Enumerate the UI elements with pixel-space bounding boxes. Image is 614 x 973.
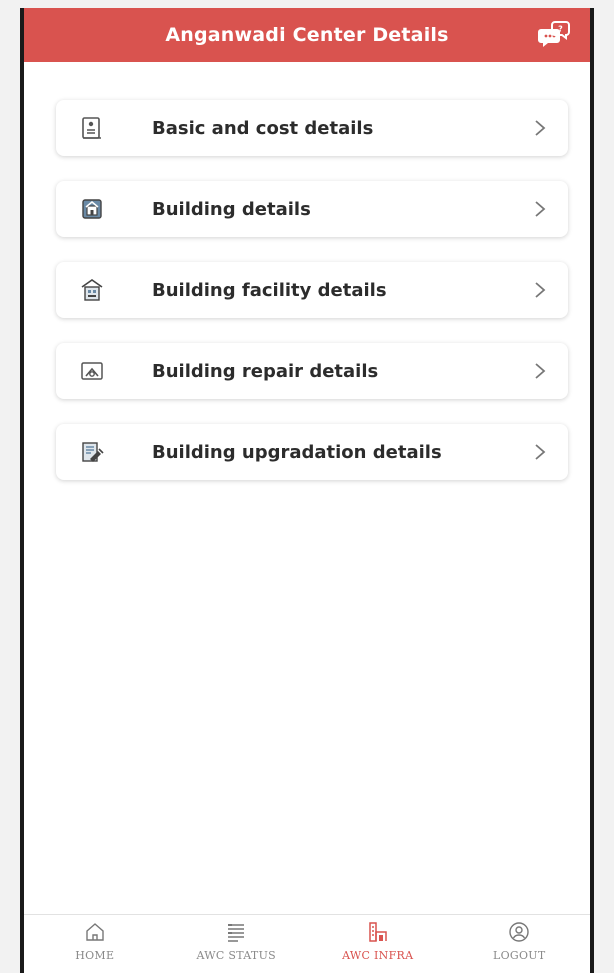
nav-awc-status[interactable]: AWC STATUS bbox=[166, 915, 308, 973]
building-icon bbox=[82, 199, 102, 219]
nav-logout-label: LOGOUT bbox=[492, 949, 546, 962]
menu-item-basic-cost[interactable]: Basic and cost details bbox=[56, 100, 568, 156]
menu-item-label: Building upgradation details bbox=[152, 441, 442, 463]
menu-item-label: Building repair details bbox=[152, 360, 379, 382]
chevron-right-icon bbox=[535, 201, 546, 217]
nav-awc-infra[interactable]: AWC INFRA bbox=[307, 915, 449, 973]
chat-bubbles-icon[interactable]: ? bbox=[538, 20, 572, 50]
upgrade-icon bbox=[82, 442, 104, 462]
bottom-navigation: HOME AWC STATUS AWC INFRA LOGOUT bbox=[24, 914, 590, 973]
nav-awc-infra-label: AWC INFRA bbox=[342, 949, 414, 962]
menu-item-building-repair[interactable]: Building repair details bbox=[56, 343, 568, 399]
app-header: Anganwadi Center Details ? bbox=[24, 8, 590, 62]
menu-item-building-facility[interactable]: Building facility details bbox=[56, 262, 568, 318]
chevron-right-icon bbox=[535, 120, 546, 136]
app-screen: Anganwadi Center Details ? Basic and cos… bbox=[20, 8, 594, 973]
details-menu: Basic and cost details Building details bbox=[56, 100, 568, 505]
home-icon bbox=[86, 923, 104, 941]
infra-icon bbox=[369, 922, 387, 942]
menu-item-building-upgradation[interactable]: Building upgradation details bbox=[56, 424, 568, 480]
nav-home-label: HOME bbox=[75, 949, 115, 962]
status-list-icon bbox=[228, 924, 245, 942]
chevron-right-icon bbox=[535, 363, 546, 379]
svg-text:?: ? bbox=[558, 25, 563, 34]
nav-home[interactable]: HOME bbox=[24, 915, 166, 973]
document-icon bbox=[82, 117, 101, 139]
menu-item-label: Basic and cost details bbox=[152, 117, 374, 139]
chevron-right-icon bbox=[535, 444, 546, 460]
menu-item-label: Building facility details bbox=[152, 279, 387, 301]
repair-icon bbox=[81, 362, 103, 380]
facility-icon bbox=[81, 279, 103, 301]
nav-logout[interactable]: LOGOUT bbox=[449, 915, 591, 973]
menu-item-building[interactable]: Building details bbox=[56, 181, 568, 237]
nav-awc-status-label: AWC STATUS bbox=[196, 949, 276, 962]
menu-item-label: Building details bbox=[152, 198, 311, 220]
page-title: Anganwadi Center Details bbox=[165, 24, 449, 46]
chevron-right-icon bbox=[535, 282, 546, 298]
user-icon bbox=[509, 922, 529, 942]
